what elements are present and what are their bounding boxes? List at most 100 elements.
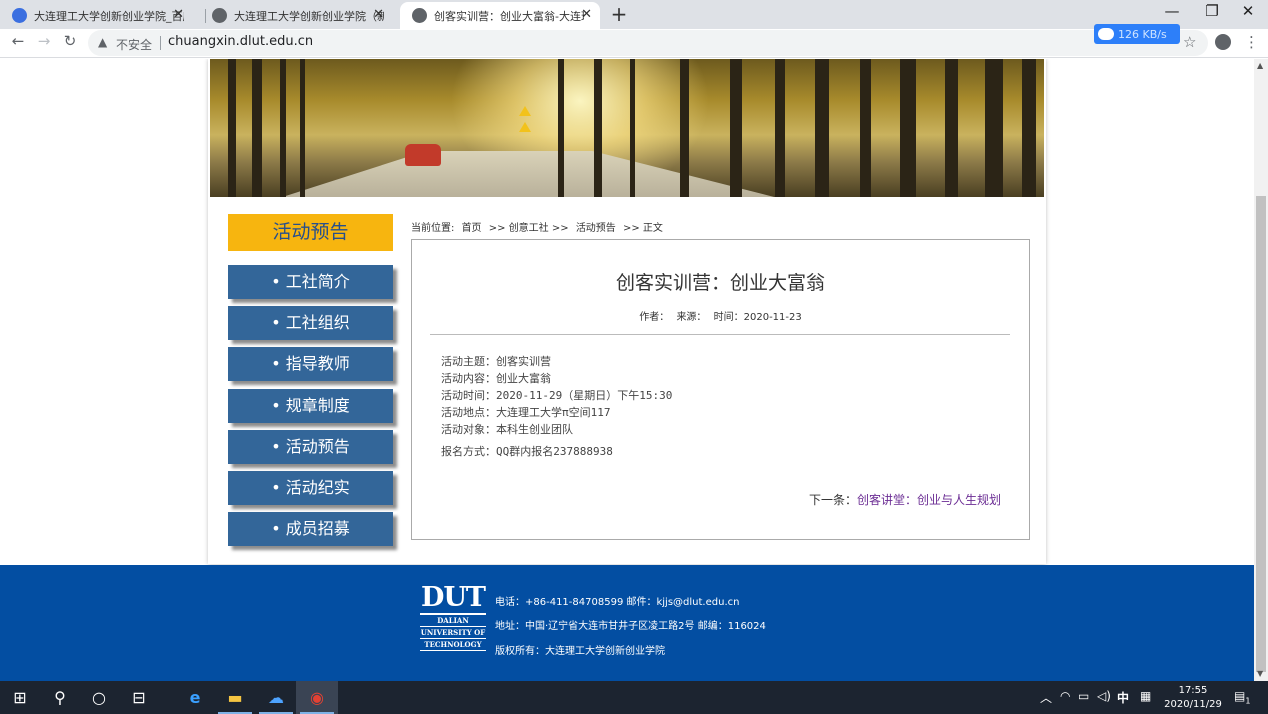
breadcrumb-section-link[interactable]: 活动预告	[576, 223, 616, 234]
clock-time: 17:55	[1178, 685, 1208, 696]
browser-tab-1[interactable]: 大连理工大学创新创业学院_百度 ✕	[0, 2, 192, 29]
tree-trunk	[300, 59, 305, 197]
logo-mark: DUT	[420, 582, 486, 615]
article-theme: 活动主题：创客实训营	[441, 355, 551, 368]
chrome-icon: ◉	[310, 688, 324, 707]
tree-trunk	[252, 59, 262, 197]
article-divider	[430, 334, 1010, 335]
browser-tab-3-active[interactable]: 创客实训营：创业大富翁-大连理 ✕	[400, 2, 600, 29]
scrollbar-thumb[interactable]	[1256, 196, 1266, 672]
article-location: 活动地点：大连理工大学π空间117	[441, 406, 611, 419]
breadcrumb-category-link[interactable]: >> 创意工社 >>	[489, 223, 569, 234]
sidebar-item-records[interactable]: • 活动纪实	[228, 471, 393, 505]
sidebar-item-organization[interactable]: • 工社组织	[228, 306, 393, 340]
logo-line: TECHNOLOGY	[420, 639, 486, 651]
main-container: 活动预告 • 工社简介 • 工社组织 • 指导教师 • 规章制度 • 活动预告 …	[208, 59, 1046, 564]
tree-trunk	[900, 59, 916, 197]
next-article-link[interactable]: 创客讲堂：创业与人生规划	[857, 493, 1001, 507]
page-viewport: 活动预告 • 工社简介 • 工社组织 • 指导教师 • 规章制度 • 活动预告 …	[0, 59, 1254, 681]
sidebar-item-recruit[interactable]: • 成员招募	[228, 512, 393, 546]
restore-icon[interactable]: ❐	[1192, 2, 1232, 20]
address-bar[interactable]: ▲ 不安全 chuangxin.dlut.edu.cn	[88, 30, 1208, 56]
baidu-favicon-icon	[12, 8, 27, 23]
warning-triangle-icon[interactable]: ▲	[98, 35, 107, 49]
tree-trunk	[860, 59, 871, 197]
new-tab-plus-icon[interactable]: +	[608, 2, 630, 26]
volume-icon[interactable]: ◁)	[1097, 689, 1111, 703]
tree-trunk	[594, 59, 602, 197]
breadcrumb-current: >> 正文	[623, 223, 663, 234]
tree-trunk	[730, 59, 742, 197]
close-tab-icon[interactable]: ✕	[581, 7, 592, 22]
breadcrumb: 当前位置: 首页 >> 创意工社 >> 活动预告 >> 正文	[411, 219, 667, 234]
cortana-icon[interactable]: ○	[88, 687, 110, 709]
close-tab-icon[interactable]: ✕	[173, 7, 184, 22]
scroll-up-arrow-icon[interactable]: ▲	[1257, 61, 1263, 70]
vertical-scrollbar[interactable]: ▲ ▼	[1254, 59, 1268, 681]
taskbar-file-explorer[interactable]: ▬	[214, 681, 256, 714]
tree-trunk	[945, 59, 958, 197]
logo-line: DALIAN	[420, 615, 486, 627]
dut-logo: DUT DALIAN UNIVERSITY OF TECHNOLOGY	[420, 583, 486, 661]
browser-tab-2[interactable]: 大连理工大学创新创业学院（新） ✕	[200, 2, 392, 29]
windows-start-icon[interactable]: ⊞	[9, 687, 31, 709]
taskbar-baidu-netdisk[interactable]: ☁	[255, 681, 297, 714]
sidebar-item-preview[interactable]: • 活动预告	[228, 430, 393, 464]
taskbar-ie[interactable]: e	[174, 681, 216, 714]
ime-indicator[interactable]: 中	[1117, 689, 1129, 706]
internet-explorer-icon: e	[189, 688, 201, 707]
tab-title: 创客实训营：创业大富翁-大连理	[434, 9, 584, 23]
minimize-icon[interactable]: —	[1152, 2, 1192, 20]
baidu-cloud-icon: ☁	[268, 688, 284, 707]
clock-date: 2020/11/29	[1164, 699, 1222, 710]
show-hidden-icons-chevron-icon[interactable]: ︿	[1040, 689, 1052, 706]
breadcrumb-home-link[interactable]: 首页	[462, 223, 482, 234]
download-speed: 126 KB/s	[1118, 27, 1167, 41]
article-signup: 报名方式：QQ群内报名237888938	[441, 445, 613, 458]
globe-icon	[212, 8, 227, 23]
battery-icon[interactable]: ▭	[1078, 689, 1089, 703]
notification-center-icon[interactable]: ▤1	[1234, 689, 1250, 705]
article-time-detail: 活动时间：2020-11-29（星期日）下午15:30	[441, 389, 673, 402]
road	[270, 151, 790, 197]
tree-trunk	[558, 59, 564, 197]
url-text[interactable]: chuangxin.dlut.edu.cn	[168, 34, 313, 49]
security-label[interactable]: 不安全	[116, 36, 152, 53]
sidebar-item-intro[interactable]: • 工社简介	[228, 265, 393, 299]
article-content: 活动内容：创业大富翁	[441, 372, 551, 385]
footer-contact: 电话：+86-411-84708599 邮件：kjjs@dlut.edu.cn	[495, 597, 740, 608]
tab-title: 大连理工大学创新创业学院_百度	[34, 9, 184, 23]
account-avatar-icon[interactable]	[1215, 34, 1231, 50]
forest-road-banner-image	[210, 59, 1044, 197]
article-panel: 创客实训营：创业大富翁 作者： 来源： 时间：2020-11-23 活动主题：创…	[411, 239, 1030, 540]
more-menu-icon[interactable]: ⋮	[1244, 33, 1259, 51]
notification-count: 1	[1245, 696, 1251, 706]
search-icon[interactable]: ⚲	[49, 687, 71, 709]
close-window-icon[interactable]: ✕	[1228, 2, 1268, 20]
baidu-cloud-icon	[1098, 28, 1114, 40]
ime-mode-icon[interactable]: ▦	[1140, 689, 1151, 703]
footer-copyright: 版权所有：大连理工大学创新创业学院	[495, 646, 665, 657]
sidebar-item-teachers[interactable]: • 指导教师	[228, 347, 393, 381]
tree-trunk	[815, 59, 829, 197]
baidu-netdisk-speed-badge[interactable]: 126 KB/s	[1094, 24, 1180, 44]
task-view-icon[interactable]: ⊟	[128, 687, 150, 709]
globe-icon	[412, 8, 427, 23]
browser-tab-strip: 大连理工大学创新创业学院_百度 ✕ 大连理工大学创新创业学院（新） ✕ 创客实训…	[0, 0, 1268, 29]
wifi-icon[interactable]: ◠	[1060, 689, 1070, 703]
folder-icon: ▬	[227, 688, 243, 707]
system-clock[interactable]: 17:55 2020/11/29	[1160, 684, 1226, 712]
close-tab-icon[interactable]: ✕	[373, 7, 384, 22]
tree-trunk	[1022, 59, 1036, 197]
back-arrow-icon[interactable]: ←	[8, 32, 28, 50]
forward-arrow-icon[interactable]: →	[34, 32, 54, 50]
article-time: 时间：2020-11-23	[713, 312, 802, 323]
scroll-down-arrow-icon[interactable]: ▼	[1257, 669, 1263, 678]
reload-icon[interactable]: ↻	[60, 32, 80, 50]
breadcrumb-prefix: 当前位置:	[411, 223, 455, 234]
taskbar-chrome[interactable]: ◉	[296, 681, 338, 714]
bookmark-star-icon[interactable]: ☆	[1183, 33, 1196, 51]
tree-trunk	[630, 59, 635, 197]
sidebar-item-rules[interactable]: • 规章制度	[228, 389, 393, 423]
footer-address: 地址：中国·辽宁省大连市甘井子区凌工路2号 邮编：116024	[495, 621, 766, 632]
